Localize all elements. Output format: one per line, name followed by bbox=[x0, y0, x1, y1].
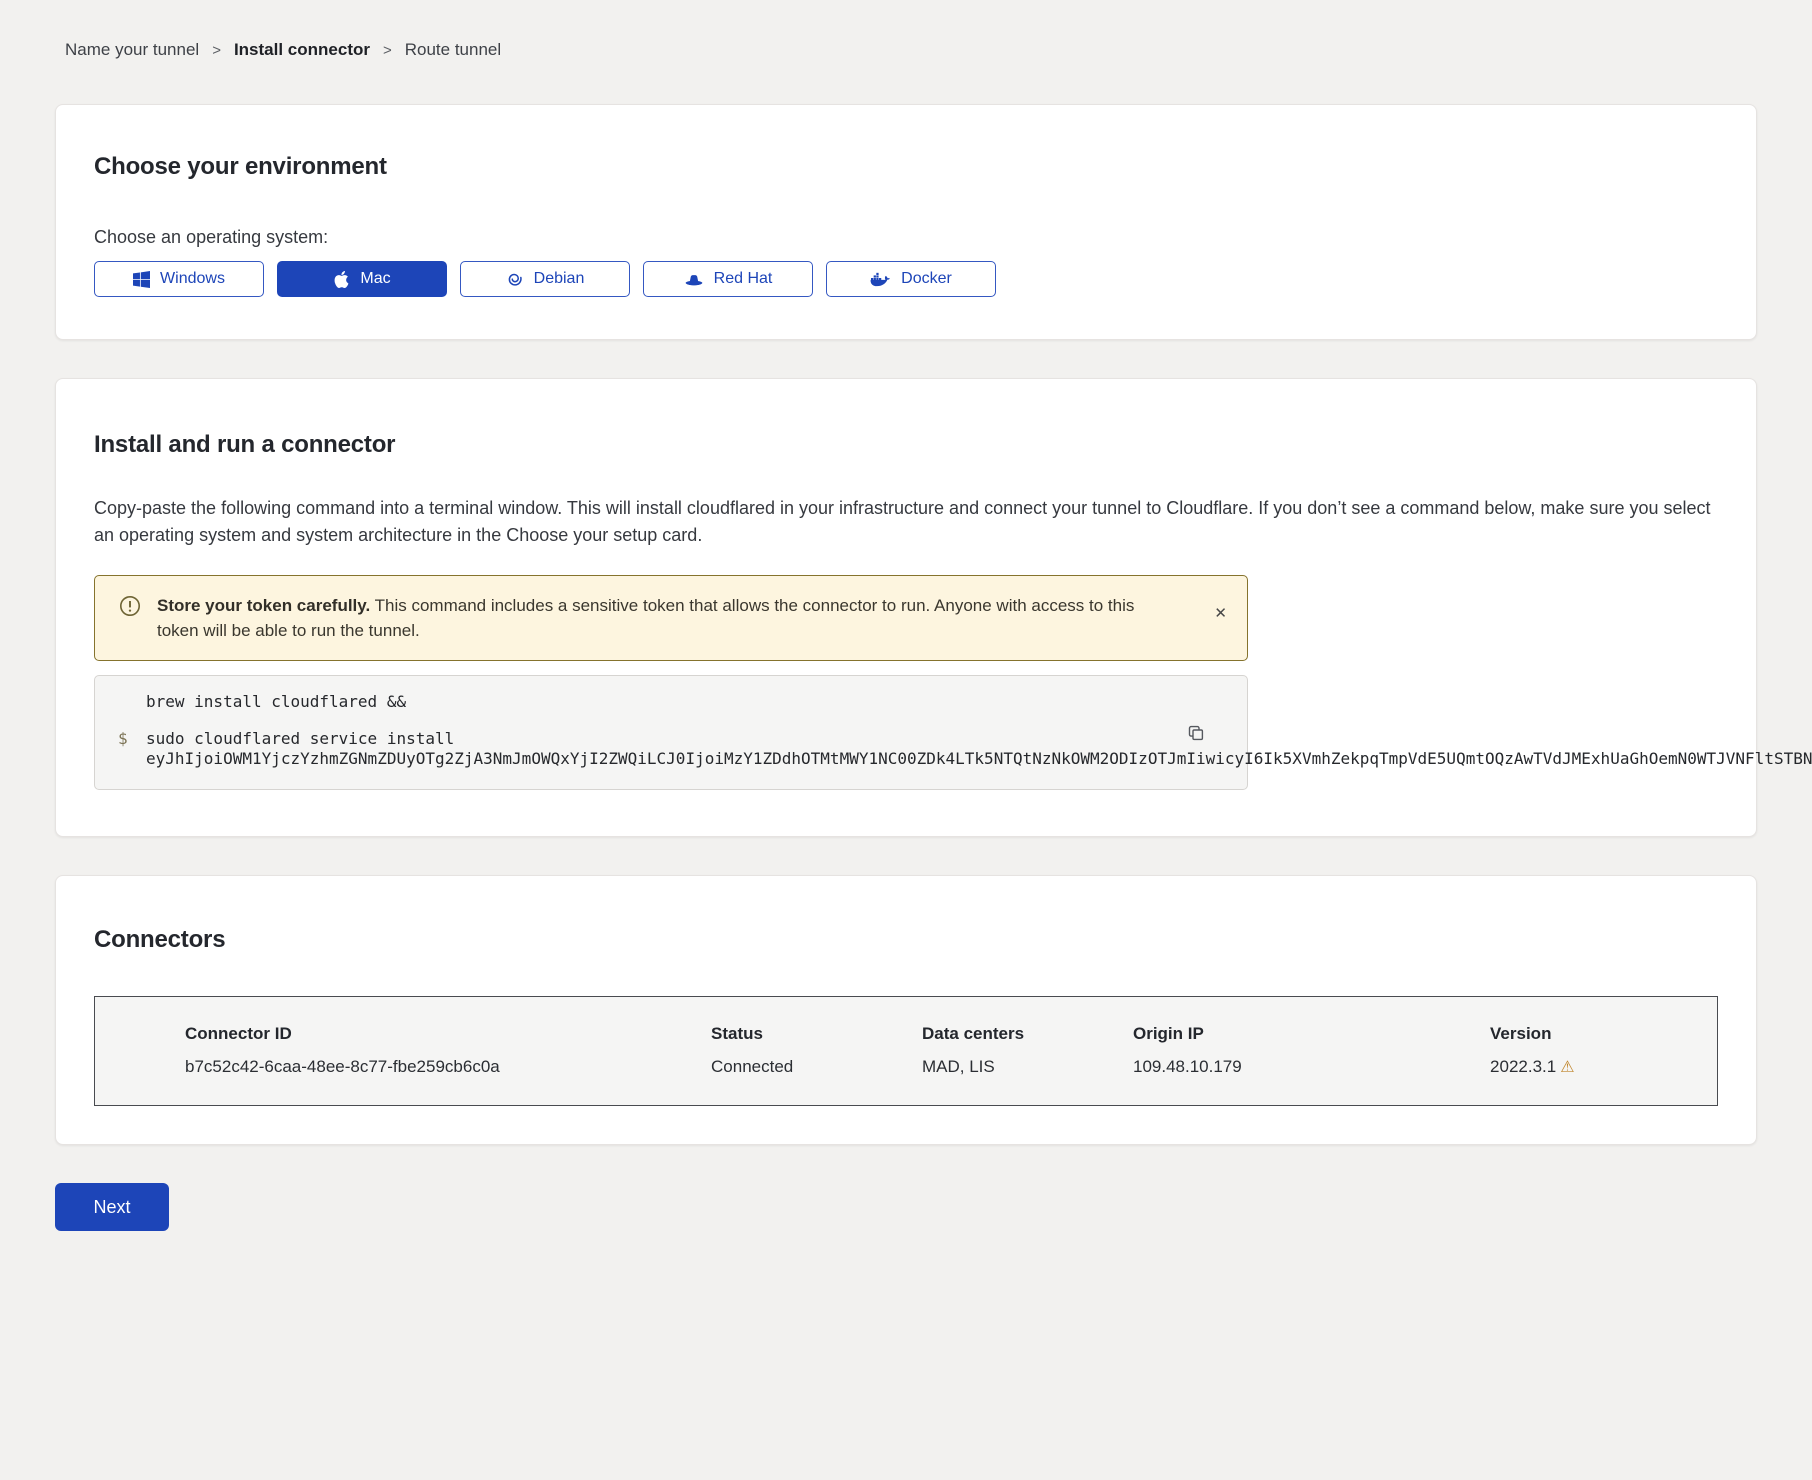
os-button-label: Docker bbox=[901, 270, 952, 288]
connectors-card: Connectors Connector ID Status Data cent… bbox=[55, 875, 1757, 1145]
connectors-table-header-row: Connector ID Status Data centers Origin … bbox=[95, 997, 1718, 1052]
shell-prompt bbox=[118, 692, 146, 712]
docker-icon bbox=[870, 272, 891, 287]
column-header-version: Version bbox=[1474, 997, 1717, 1052]
os-button-label: Debian bbox=[534, 270, 585, 288]
breadcrumb-route-tunnel[interactable]: Route tunnel bbox=[405, 40, 501, 60]
windows-icon bbox=[133, 271, 150, 288]
connectors-card-title: Connectors bbox=[94, 926, 1718, 954]
breadcrumb: Name your tunnel > Install connector > R… bbox=[55, 40, 1757, 60]
tunnel-setup-page: Name your tunnel > Install connector > R… bbox=[0, 0, 1812, 1231]
version-value: 2022.3.1 bbox=[1490, 1057, 1556, 1076]
environment-card-title: Choose your environment bbox=[94, 153, 1718, 181]
os-button-label: Mac bbox=[360, 270, 390, 288]
copy-icon[interactable] bbox=[1183, 720, 1209, 746]
warning-triangle-icon: ⚠ bbox=[1560, 1057, 1574, 1076]
environment-card: Choose your environment Choose an operat… bbox=[55, 104, 1757, 340]
install-card-title: Install and run a connector bbox=[94, 431, 1718, 459]
column-header-data-centers: Data centers bbox=[906, 997, 1117, 1052]
alert-circle-icon bbox=[119, 595, 141, 617]
connectors-table: Connector ID Status Data centers Origin … bbox=[94, 996, 1718, 1106]
os-button-windows[interactable]: Windows bbox=[94, 261, 264, 297]
token-warning-banner: Store your token carefully. This command… bbox=[94, 575, 1248, 661]
column-header-status: Status bbox=[695, 997, 906, 1052]
breadcrumb-install-connector[interactable]: Install connector bbox=[234, 40, 370, 60]
shell-prompt: $ bbox=[118, 729, 146, 769]
connector-id-cell: b7c52c42-6caa-48ee-8c77-fbe259cb6c0a bbox=[95, 1051, 696, 1106]
os-button-docker[interactable]: Docker bbox=[826, 261, 996, 297]
os-label: Choose an operating system: bbox=[94, 227, 1718, 248]
column-header-origin-ip: Origin IP bbox=[1117, 997, 1474, 1052]
os-button-label: Red Hat bbox=[714, 270, 773, 288]
os-button-label: Windows bbox=[160, 270, 225, 288]
install-description: Copy-paste the following command into a … bbox=[94, 495, 1718, 549]
os-button-redhat[interactable]: Red Hat bbox=[643, 261, 813, 297]
version-cell: 2022.3.1⚠ bbox=[1474, 1051, 1717, 1106]
redhat-icon bbox=[684, 273, 704, 286]
connector-row: b7c52c42-6caa-48ee-8c77-fbe259cb6c0a Con… bbox=[95, 1051, 1718, 1106]
warning-message: Store your token carefully. This command… bbox=[157, 593, 1198, 643]
breadcrumb-separator: > bbox=[212, 42, 221, 59]
close-icon[interactable]: ✕ bbox=[1214, 604, 1227, 622]
command-text: brew install cloudflared && bbox=[146, 692, 1162, 712]
warning-message-bold: Store your token carefully. bbox=[157, 596, 370, 615]
next-button[interactable]: Next bbox=[55, 1183, 169, 1231]
command-code-block: brew install cloudflared && $ sudo cloud… bbox=[94, 675, 1248, 790]
apple-icon bbox=[333, 271, 350, 288]
breadcrumb-separator: > bbox=[383, 42, 392, 59]
os-button-mac[interactable]: Mac bbox=[277, 261, 447, 297]
code-line: brew install cloudflared && bbox=[118, 692, 1162, 712]
status-cell: Connected bbox=[695, 1051, 906, 1106]
install-card: Install and run a connector Copy-paste t… bbox=[55, 378, 1757, 837]
code-line: $ sudo cloudflared service install eyJhI… bbox=[118, 729, 1162, 769]
origin-ip-cell: 109.48.10.179 bbox=[1117, 1051, 1474, 1106]
command-text: sudo cloudflared service install eyJhIjo… bbox=[146, 729, 1812, 769]
breadcrumb-name-your-tunnel[interactable]: Name your tunnel bbox=[65, 40, 199, 60]
os-button-debian[interactable]: Debian bbox=[460, 261, 630, 297]
os-button-group: Windows Mac Debian Red Hat bbox=[94, 261, 1718, 297]
data-centers-cell: MAD, LIS bbox=[906, 1051, 1117, 1106]
debian-icon bbox=[506, 270, 524, 288]
column-header-connector-id: Connector ID bbox=[95, 997, 696, 1052]
